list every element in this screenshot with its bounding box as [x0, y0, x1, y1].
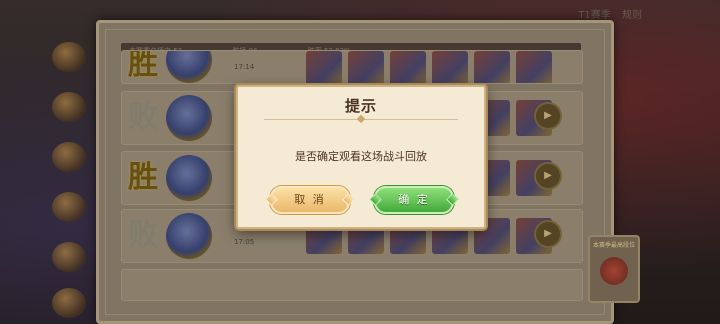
dialog-divider [264, 119, 458, 120]
confirm-button[interactable]: 确 定 [374, 186, 454, 214]
cancel-button[interactable]: 取 消 [270, 186, 350, 214]
dialog-title: 提示 [344, 97, 377, 115]
dialog-message: 是否确定观看这场战斗回放 [295, 150, 427, 163]
confirm-dialog: 提示 是否确定观看这场战斗回放 取 消 确 定 [236, 85, 486, 229]
